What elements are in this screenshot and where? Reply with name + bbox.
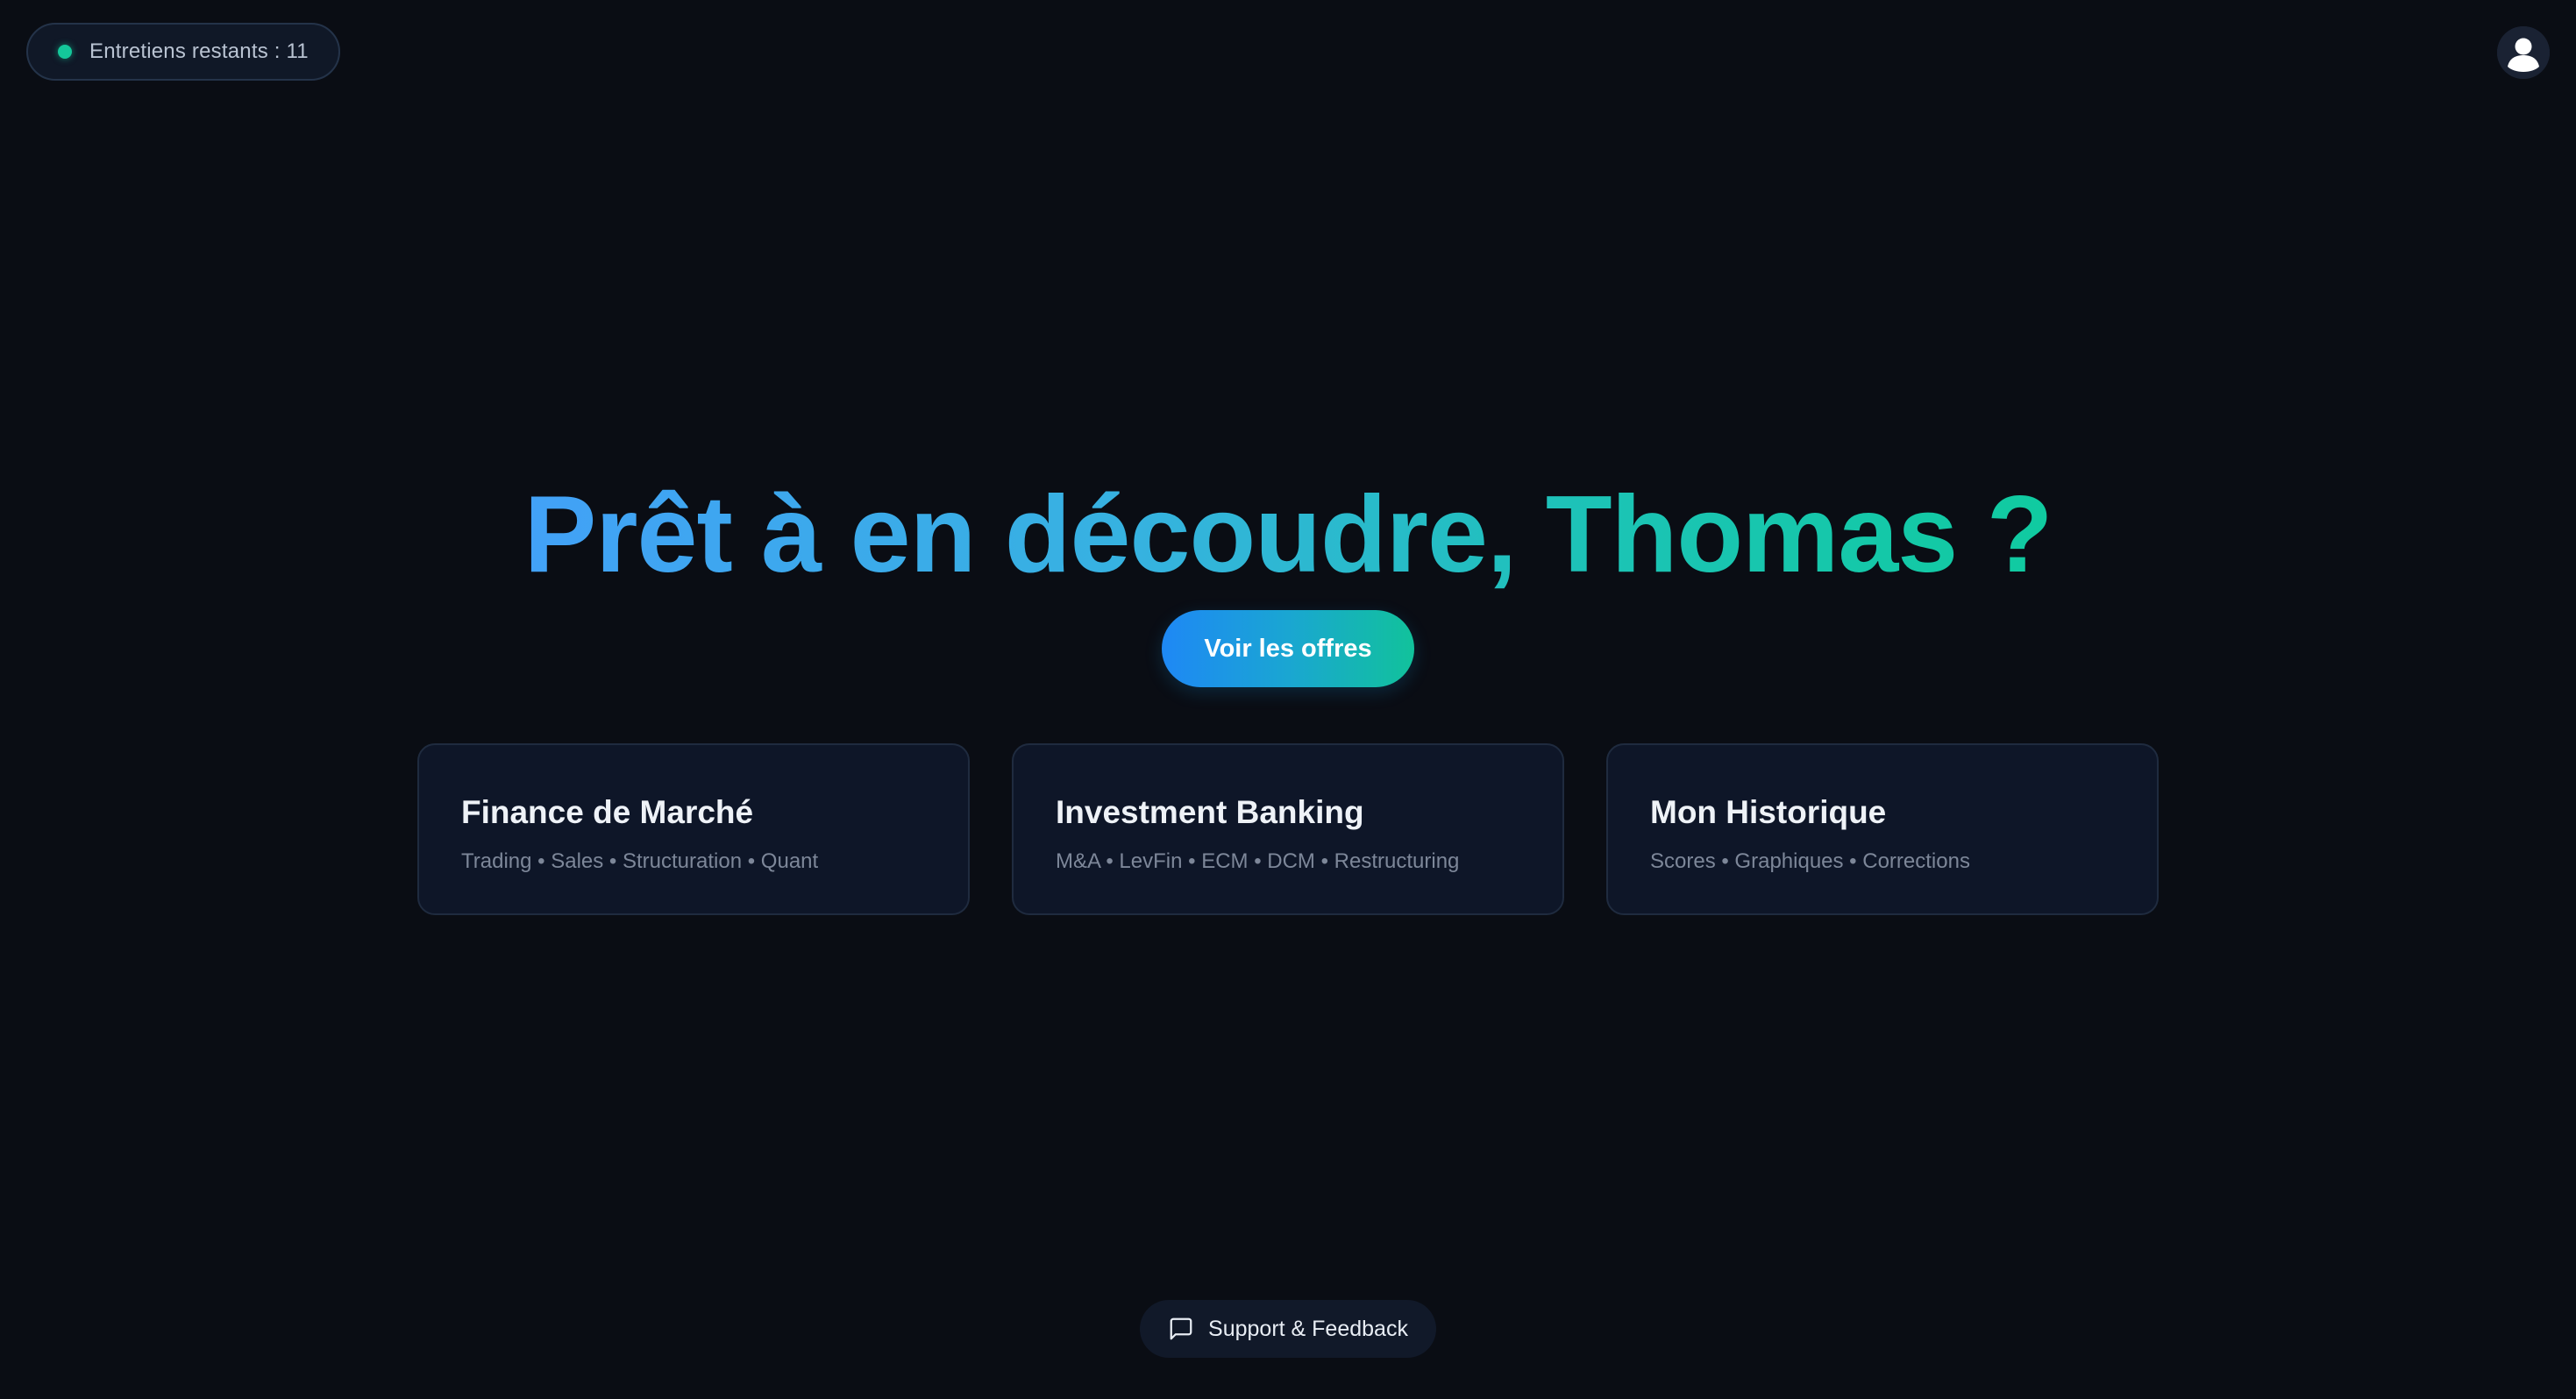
view-offers-button[interactable]: Voir les offres bbox=[1162, 610, 1414, 687]
card-investment-banking[interactable]: Investment Banking M&A • LevFin • ECM • … bbox=[1012, 743, 1564, 915]
hero: Prêt à en découdre, Thomas ? bbox=[0, 469, 2576, 600]
credits-label: Entretiens restants : 11 bbox=[89, 39, 309, 63]
support-feedback-button[interactable]: Support & Feedback bbox=[1140, 1300, 1436, 1358]
card-title: Mon Historique bbox=[1650, 794, 1887, 830]
card-mon-historique[interactable]: Mon Historique Scores • Graphiques • Cor… bbox=[1606, 743, 2159, 915]
support-label: Support & Feedback bbox=[1208, 1316, 1408, 1341]
card-subtitle: Trading • Sales • Structuration • Quant bbox=[461, 849, 819, 873]
support-container: Support & Feedback bbox=[0, 1300, 2576, 1358]
credits-badge: Entretiens restants : 11 bbox=[26, 23, 340, 81]
status-dot-icon bbox=[58, 45, 72, 59]
card-subtitle: Scores • Graphiques • Corrections bbox=[1650, 849, 1970, 873]
message-square-icon bbox=[1170, 1317, 1192, 1340]
page: Entretiens restants : 11 Prêt à en décou… bbox=[0, 0, 2576, 1399]
hero-title: Prêt à en découdre, Thomas ? bbox=[524, 469, 2053, 600]
cta-container: Voir les offres bbox=[0, 610, 2576, 687]
card-title: Investment Banking bbox=[1056, 794, 1364, 830]
card-subtitle: M&A • LevFin • ECM • DCM • Restructuring bbox=[1056, 849, 1460, 873]
card-list: Finance de Marché Trading • Sales • Stru… bbox=[0, 743, 2576, 915]
card-title: Finance de Marché bbox=[461, 794, 754, 830]
user-icon bbox=[2497, 26, 2550, 79]
user-avatar-button[interactable] bbox=[2497, 26, 2550, 79]
card-finance-de-marche[interactable]: Finance de Marché Trading • Sales • Stru… bbox=[417, 743, 970, 915]
